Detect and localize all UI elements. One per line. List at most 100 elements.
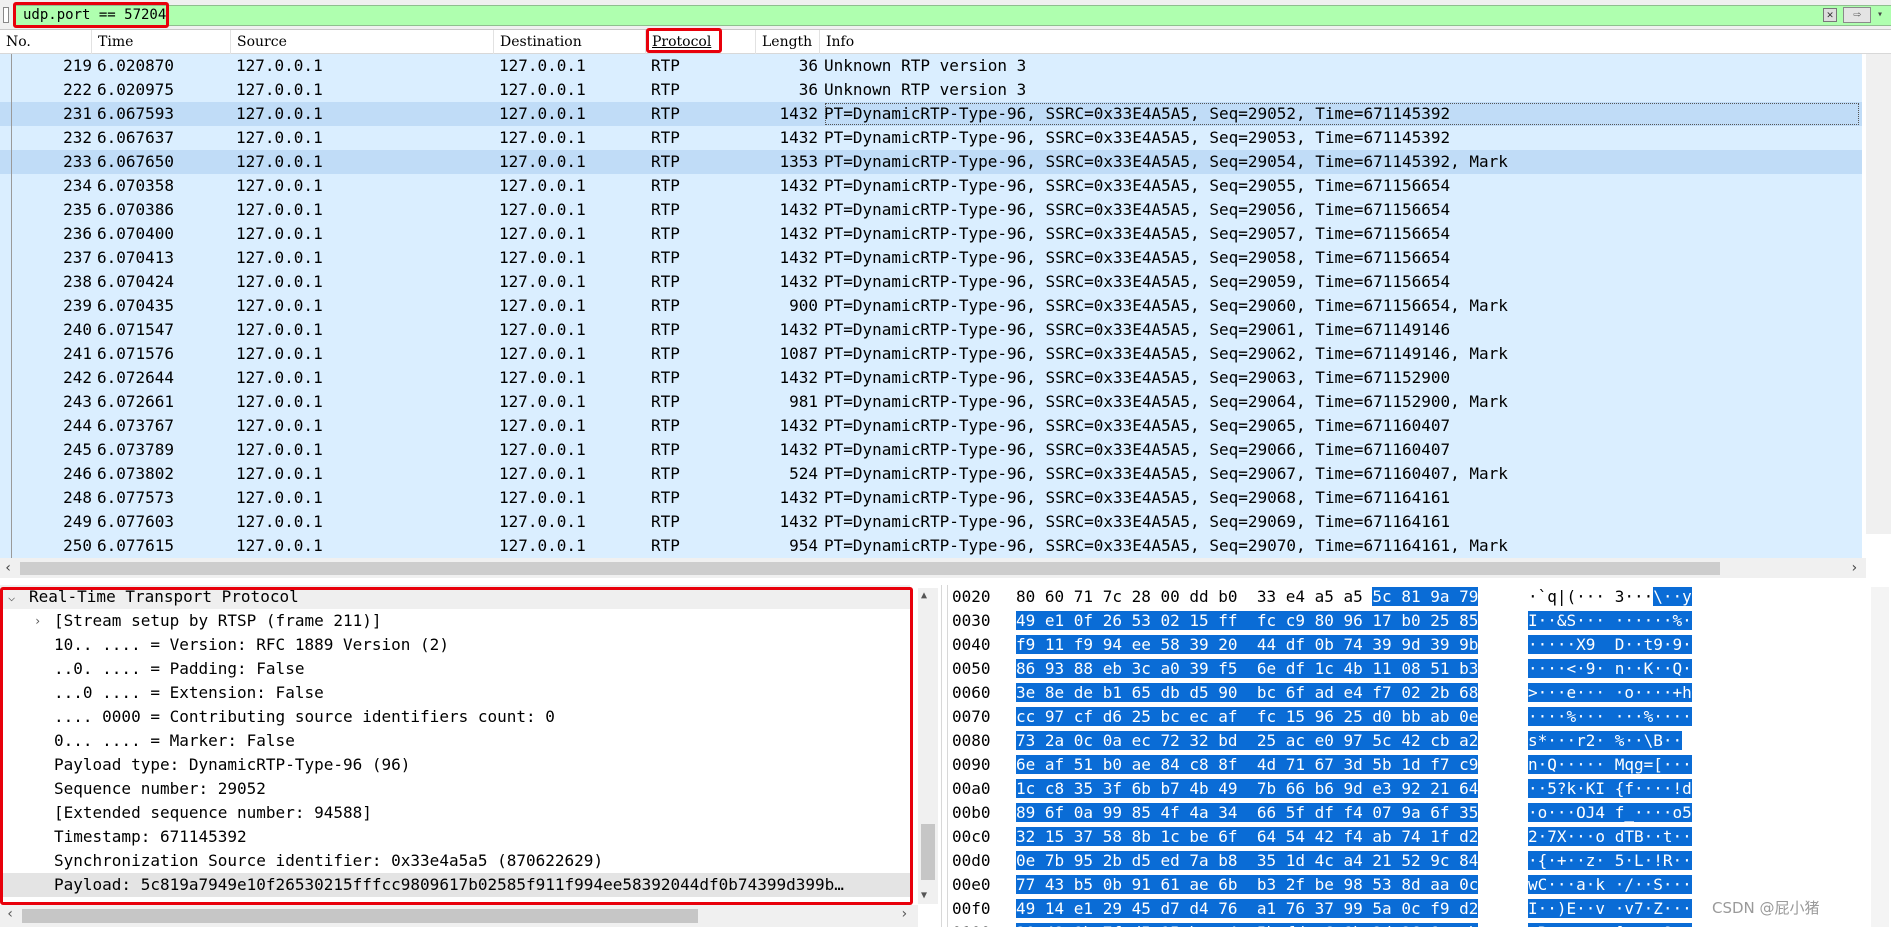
bytes-row[interactable]: 00a0 1c c8 35 3f 6b b7 4b 49 7b 66 b6 9d … — [948, 777, 1868, 801]
packet-row[interactable]: 242 6.072644 127.0.0.1 127.0.0.1 RTP 1432 PT=D… — [0, 366, 1862, 390]
packet-row[interactable]: 234 6.070358 127.0.0.1 127.0.0.1 RTP 1432 PT=D… — [0, 174, 1862, 198]
bytes-row[interactable]: 0080 73 2a 0c 0a ec 72 32 bd 25 ac e0 97 … — [948, 729, 1868, 753]
hex-bytes[interactable]: 77 43 b5 0b 91 61 ae 6b b3 2f be 98 53 8… — [1016, 873, 1479, 897]
bytes-row[interactable]: 0050 86 93 88 eb 3c a0 39 f5 6e df 1c 4b … — [948, 657, 1868, 681]
hex-bytes[interactable]: 0e 7b 95 2b d5 ed 7a b8 35 1d 4c a4 21 5… — [1016, 849, 1479, 873]
packet-list-horizontal-scroll-thumb[interactable] — [20, 562, 1720, 575]
scroll-left-icon[interactable]: ‹ — [6, 906, 14, 922]
packet-row[interactable]: 241 6.071576 127.0.0.1 127.0.0.1 RTP 1087 PT=D… — [0, 342, 1862, 366]
packet-row[interactable]: 237 6.070413 127.0.0.1 127.0.0.1 RTP 1432 PT=D… — [0, 246, 1862, 270]
packet-length: 1432 — [779, 440, 818, 459]
ascii-bytes[interactable]: ·o···OJ4 f_····o5 — [1528, 801, 1692, 825]
hex-bytes[interactable]: 6e af 51 b0 ae 84 c8 8f 4d 71 67 3d 5b 1… — [1016, 753, 1479, 777]
bytes-row[interactable]: 0100 20 42 9b 7f d5 15 bc a4 5b fd a6 8b … — [948, 921, 1868, 927]
packet-info: PT=DynamicRTP-Type-96, SSRC=0x33E4A5A5, … — [824, 200, 1451, 219]
packet-time: 6.020975 — [97, 80, 175, 99]
column-header-no[interactable]: No. — [0, 30, 92, 54]
packet-row[interactable]: 219 6.020870 127.0.0.1 127.0.0.1 RTP 36 Unknow… — [0, 54, 1862, 78]
details-horizontal-scroll-thumb[interactable] — [22, 909, 698, 923]
packet-list-vertical-scrollbar[interactable] — [1866, 54, 1891, 534]
ascii-bytes[interactable]: B······ [···-&·· — [1528, 921, 1692, 927]
scroll-left-icon[interactable]: ‹ — [4, 560, 12, 576]
ascii-bytes[interactable]: ····%··· ···%···· — [1528, 705, 1692, 729]
bytes-row[interactable]: 00e0 77 43 b5 0b 91 61 ae 6b b3 2f be 98 … — [948, 873, 1868, 897]
ascii-bytes[interactable]: ·{·+··z· 5·L·!R·· — [1528, 849, 1692, 873]
scroll-down-icon[interactable]: ▼ — [921, 890, 927, 901]
ascii-bytes-selected: wC···a·k ·/··S··· — [1528, 875, 1692, 894]
bookmark-icon[interactable] — [3, 7, 9, 23]
packet-row[interactable]: 238 6.070424 127.0.0.1 127.0.0.1 RTP 1432 PT=D… — [0, 270, 1862, 294]
hex-bytes[interactable]: f9 11 f9 94 ee 58 39 20 44 df 0b 74 39 9… — [1016, 633, 1479, 657]
packet-row[interactable]: 243 6.072661 127.0.0.1 127.0.0.1 RTP 981 PT=Dy… — [0, 390, 1862, 414]
bytes-row[interactable]: 0020 80 60 71 7c 28 00 dd b0 33 e4 a5 a5 … — [948, 585, 1868, 609]
column-header-info[interactable]: Info — [820, 30, 1891, 54]
hex-bytes[interactable]: 73 2a 0c 0a ec 72 32 bd 25 ac e0 97 5c 4… — [1016, 729, 1479, 753]
ascii-bytes[interactable]: ·`q|(··· 3···\··y — [1528, 585, 1692, 609]
packet-row[interactable]: 233 6.067650 127.0.0.1 127.0.0.1 RTP 1353 PT=D… — [0, 150, 1862, 174]
hex-bytes[interactable]: 1c c8 35 3f 6b b7 4b 49 7b 66 b6 9d e3 9… — [1016, 777, 1479, 801]
column-header-destination[interactable]: Destination — [494, 30, 646, 54]
packet-row[interactable]: 235 6.070386 127.0.0.1 127.0.0.1 RTP 1432 PT=D… — [0, 198, 1862, 222]
bytes-vertical-scrollbar[interactable] — [1871, 587, 1889, 927]
ascii-bytes[interactable]: ·····X9 D··t9·9· — [1528, 633, 1692, 657]
hex-bytes[interactable]: 49 e1 0f 26 53 02 15 ff fc c9 80 96 17 b… — [1016, 609, 1479, 633]
packet-bytes-pane: 0020 80 60 71 7c 28 00 dd b0 33 e4 a5 a5 … — [947, 585, 1891, 927]
ascii-bytes[interactable]: I··&S··· ······%· — [1528, 609, 1692, 633]
packet-number: 222 — [63, 80, 92, 99]
hex-bytes[interactable]: 3e 8e de b1 65 db d5 90 bc 6f ad e4 f7 0… — [1016, 681, 1479, 705]
column-header-time[interactable]: Time — [92, 30, 231, 54]
ascii-bytes[interactable]: I··)E··v ·v7·Z··· — [1528, 897, 1692, 921]
bytes-row[interactable]: 0030 49 e1 0f 26 53 02 15 ff fc c9 80 96 … — [948, 609, 1868, 633]
ascii-bytes[interactable]: wC···a·k ·/··S··· — [1528, 873, 1692, 897]
packet-row[interactable]: 232 6.067637 127.0.0.1 127.0.0.1 RTP 1432 PT=D… — [0, 126, 1862, 150]
packet-row[interactable]: 231 6.067593 127.0.0.1 127.0.0.1 RTP 1432 PT=D… — [0, 102, 1862, 126]
packet-row[interactable]: 236 6.070400 127.0.0.1 127.0.0.1 RTP 1432 PT=D… — [0, 222, 1862, 246]
ascii-bytes[interactable]: ··5?k·KI {f····!d — [1528, 777, 1692, 801]
pane-splitter[interactable] — [0, 578, 1891, 585]
bytes-row[interactable]: 00b0 89 6f 0a 99 85 4f 4a 34 66 5f df f4 … — [948, 801, 1868, 825]
packet-number: 232 — [63, 128, 92, 147]
column-header-length[interactable]: Length — [756, 30, 820, 54]
packet-row[interactable]: 222 6.020975 127.0.0.1 127.0.0.1 RTP 36 Unknow… — [0, 78, 1862, 102]
ascii-bytes[interactable]: 2·7X···o dTB··t·· — [1528, 825, 1692, 849]
details-vertical-scroll-thumb[interactable] — [921, 824, 935, 880]
packet-time: 6.073767 — [97, 416, 175, 435]
packet-row[interactable]: 248 6.077573 127.0.0.1 127.0.0.1 RTP 1432 PT=D… — [0, 486, 1862, 510]
scroll-right-icon[interactable]: › — [1850, 560, 1858, 576]
packet-row[interactable]: 250 6.077615 127.0.0.1 127.0.0.1 RTP 954 PT=Dy… — [0, 534, 1862, 558]
packet-destination: 127.0.0.1 — [499, 296, 586, 315]
column-header-source[interactable]: Source — [231, 30, 494, 54]
packet-length: 1432 — [779, 224, 818, 243]
clear-filter-icon[interactable]: ✕ — [1823, 8, 1837, 22]
packet-row[interactable]: 246 6.073802 127.0.0.1 127.0.0.1 RTP 524 PT=Dy… — [0, 462, 1862, 486]
hex-bytes[interactable]: 49 14 e1 29 45 d7 d4 76 a1 76 37 99 5a 0… — [1016, 897, 1479, 921]
scroll-right-icon[interactable]: › — [900, 906, 908, 922]
scroll-up-icon[interactable]: ▲ — [921, 590, 927, 601]
filter-history-dropdown-icon[interactable]: ▾ — [1873, 7, 1887, 23]
packet-time: 6.070358 — [97, 176, 175, 195]
packet-time: 6.071576 — [97, 344, 175, 363]
apply-filter-icon[interactable]: ⇨ — [1843, 7, 1871, 23]
hex-bytes[interactable]: 86 93 88 eb 3c a0 39 f5 6e df 1c 4b 11 0… — [1016, 657, 1479, 681]
bytes-row[interactable]: 0070 cc 97 cf d6 25 bc ec af fc 15 96 25 … — [948, 705, 1868, 729]
bytes-row[interactable]: 00c0 32 15 37 58 8b 1c be 6f 64 54 42 f4 … — [948, 825, 1868, 849]
hex-bytes[interactable]: 20 42 9b 7f d5 15 bc a4 5b fd a6 8b 2d 2… — [1016, 921, 1479, 927]
hex-bytes[interactable]: 89 6f 0a 99 85 4f 4a 34 66 5f df f4 07 9… — [1016, 801, 1479, 825]
packet-row[interactable]: 245 6.073789 127.0.0.1 127.0.0.1 RTP 1432 PT=D… — [0, 438, 1862, 462]
ascii-bytes[interactable]: n·Q····· Mqg=[··· — [1528, 753, 1692, 777]
hex-bytes[interactable]: cc 97 cf d6 25 bc ec af fc 15 96 25 d0 b… — [1016, 705, 1479, 729]
hex-bytes[interactable]: 80 60 71 7c 28 00 dd b0 33 e4 a5 a5 5c 8… — [1016, 585, 1479, 609]
bytes-row[interactable]: 0060 3e 8e de b1 65 db d5 90 bc 6f ad e4 … — [948, 681, 1868, 705]
packet-row[interactable]: 244 6.073767 127.0.0.1 127.0.0.1 RTP 1432 PT=D… — [0, 414, 1862, 438]
ascii-bytes[interactable]: s*···r2· %··\B·· — [1528, 729, 1683, 753]
display-filter-input[interactable]: udp.port == 57204 — [14, 5, 1891, 26]
bytes-row[interactable]: 0090 6e af 51 b0 ae 84 c8 8f 4d 71 67 3d … — [948, 753, 1868, 777]
bytes-row[interactable]: 00d0 0e 7b 95 2b d5 ed 7a b8 35 1d 4c a4 … — [948, 849, 1868, 873]
ascii-bytes[interactable]: >···e··· ·o····+h — [1528, 681, 1692, 705]
packet-row[interactable]: 239 6.070435 127.0.0.1 127.0.0.1 RTP 900 PT=Dy… — [0, 294, 1862, 318]
packet-row[interactable]: 249 6.077603 127.0.0.1 127.0.0.1 RTP 1432 PT=D… — [0, 510, 1862, 534]
bytes-row[interactable]: 0040 f9 11 f9 94 ee 58 39 20 44 df 0b 74 … — [948, 633, 1868, 657]
packet-row[interactable]: 240 6.071547 127.0.0.1 127.0.0.1 RTP 1432 PT=D… — [0, 318, 1862, 342]
hex-bytes[interactable]: 32 15 37 58 8b 1c be 6f 64 54 42 f4 ab 7… — [1016, 825, 1479, 849]
ascii-bytes[interactable]: ····<·9· n··K··Q· — [1528, 657, 1692, 681]
